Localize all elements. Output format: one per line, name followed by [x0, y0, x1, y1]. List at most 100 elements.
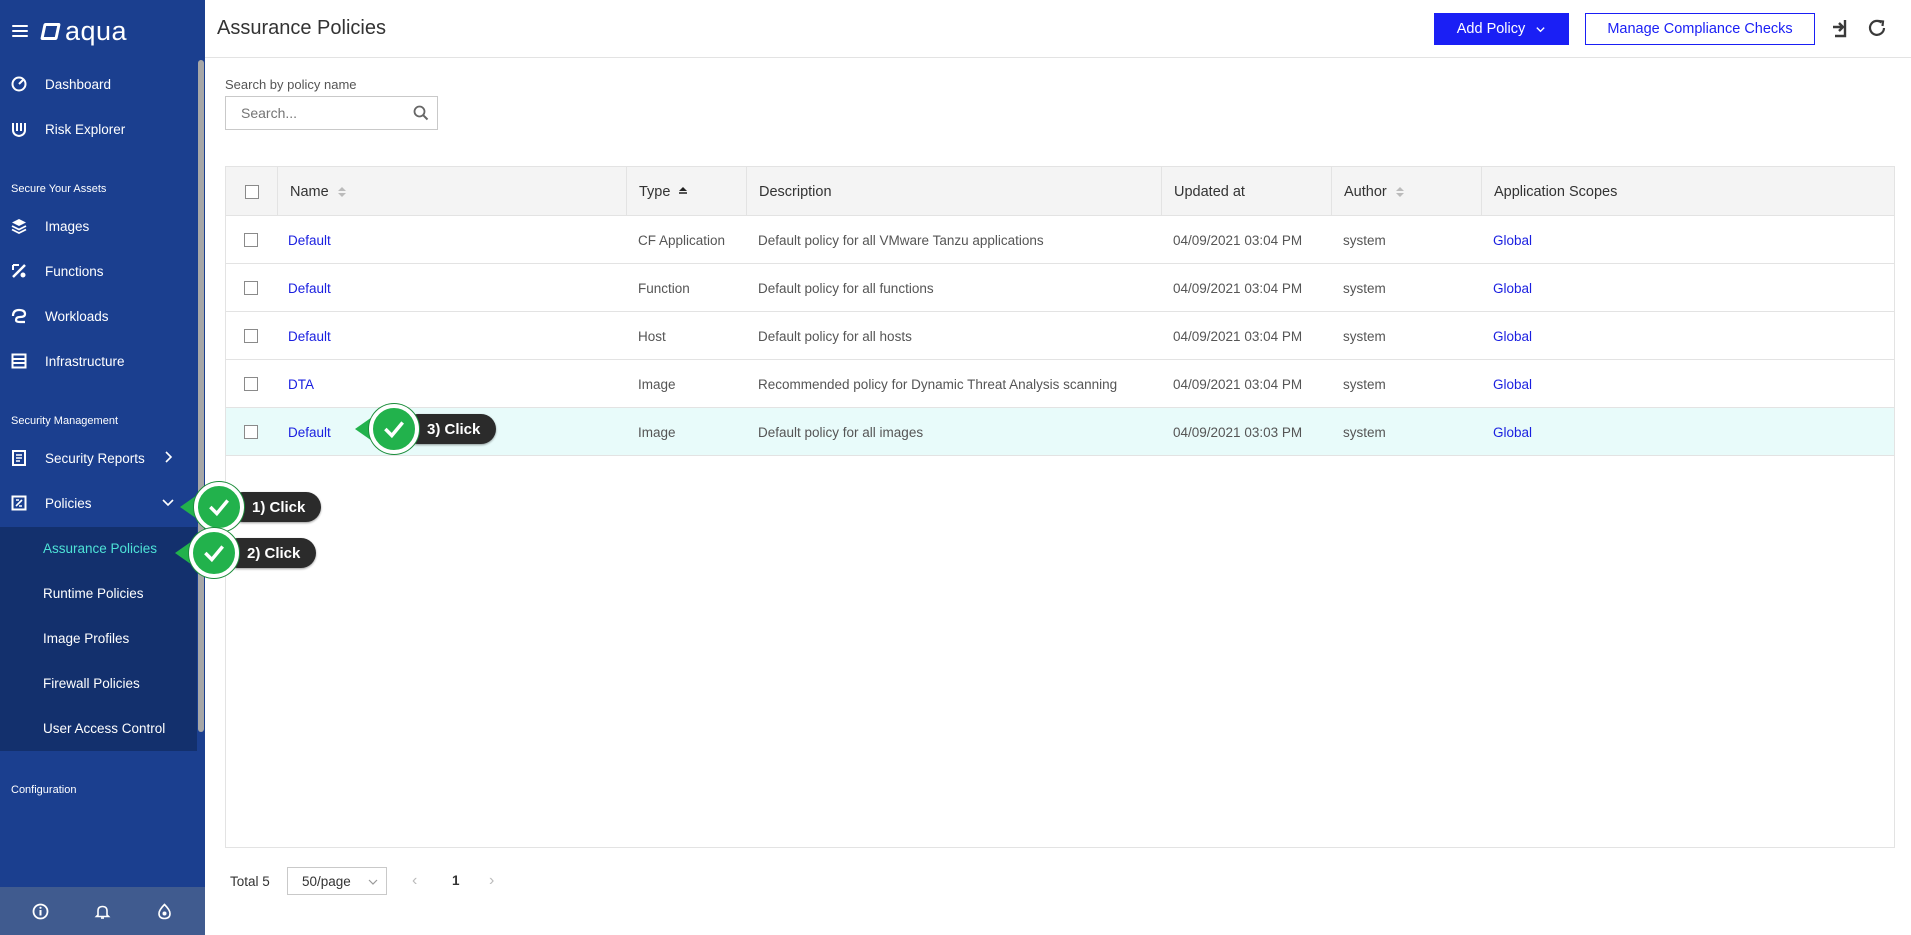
sidebar: aqua Dashboard Risk Explorer Secure Your…: [0, 0, 205, 935]
page-size-value: 50/page: [302, 873, 351, 889]
hamburger-menu-icon[interactable]: [12, 25, 28, 37]
table-row[interactable]: DTA Image Recommended policy for Dynamic T…: [226, 360, 1894, 408]
section-label-security-management: Security Management: [11, 415, 118, 427]
chevron-right-icon: [165, 451, 173, 463]
sidebar-nav: Dashboard Risk Explorer Secure Your Asse…: [0, 62, 205, 887]
section-label-secure-assets: Secure Your Assets: [11, 183, 107, 195]
manage-compliance-checks-button[interactable]: Manage Compliance Checks: [1585, 13, 1815, 45]
cell-updated-at: 04/09/2021 03:04 PM: [1173, 280, 1303, 296]
bell-icon[interactable]: [94, 903, 111, 920]
previous-page-button[interactable]: ‹: [412, 872, 417, 890]
cell-name[interactable]: DTA: [288, 360, 314, 408]
callout-step-3: 3) Click: [355, 404, 497, 454]
cell-application-scope[interactable]: Global: [1493, 312, 1532, 360]
layers-icon: [11, 218, 27, 234]
cell-select: [244, 312, 258, 360]
next-page-button[interactable]: ›: [489, 872, 494, 890]
infrastructure-icon: [11, 353, 27, 369]
page-title: Assurance Policies: [217, 17, 386, 39]
cell-description: Default policy for all hosts: [758, 328, 912, 344]
sidebar-item-infrastructure[interactable]: Infrastructure: [0, 339, 197, 383]
sort-icon[interactable]: [1395, 186, 1405, 198]
chevron-down-icon: [162, 499, 174, 507]
table-row[interactable]: Default Function Default policy for all fu…: [226, 264, 1894, 312]
column-header-author[interactable]: Author: [1332, 167, 1482, 216]
section-label-configuration[interactable]: Configuration: [11, 784, 76, 796]
column-header-label: Type: [639, 183, 671, 200]
cell-author: system: [1343, 376, 1386, 392]
aqua-logo[interactable]: aqua: [40, 16, 127, 47]
cell-application-scope[interactable]: Global: [1493, 216, 1532, 264]
sidebar-subitem-firewall-policies[interactable]: Firewall Policies: [43, 676, 140, 691]
cell-application-scope[interactable]: Global: [1493, 408, 1532, 456]
row-checkbox[interactable]: [244, 233, 258, 247]
import-icon[interactable]: [1830, 17, 1852, 39]
column-header-label: Name: [290, 183, 329, 200]
cell-select: [244, 408, 258, 456]
refresh-icon[interactable]: [1866, 17, 1888, 39]
sidebar-item-policies[interactable]: Policies: [0, 481, 197, 525]
dashboard-icon: [11, 76, 27, 92]
cell-name[interactable]: Default: [288, 408, 331, 456]
sidebar-subitem-image-profiles[interactable]: Image Profiles: [43, 631, 129, 646]
cell-name[interactable]: Default: [288, 312, 331, 360]
table-header: Name Type Description Updated at Author …: [226, 167, 1894, 216]
cell-description: Default policy for all images: [758, 424, 924, 440]
row-checkbox[interactable]: [244, 329, 258, 343]
column-header-label: Updated at: [1174, 183, 1245, 200]
search-icon[interactable]: [413, 105, 429, 121]
cell-select: [244, 264, 258, 312]
cell-application-scope[interactable]: Global: [1493, 360, 1532, 408]
cell-type: CF Application: [638, 232, 726, 248]
cell-application-scope[interactable]: Global: [1493, 264, 1532, 312]
info-icon[interactable]: [32, 903, 49, 920]
policies-table: Name Type Description Updated at Author …: [225, 166, 1895, 848]
cell-select: [244, 360, 258, 408]
sidebar-item-label: Policies: [45, 495, 92, 511]
sidebar-item-label: Infrastructure: [45, 353, 125, 369]
sidebar-subitem-runtime-policies[interactable]: Runtime Policies: [43, 586, 144, 601]
search-box[interactable]: [225, 96, 438, 130]
table-row[interactable]: Default CF Application Default policy for …: [226, 216, 1894, 264]
cell-updated-at: 04/09/2021 03:04 PM: [1173, 376, 1303, 392]
cell-name[interactable]: Default: [288, 216, 331, 264]
sidebar-item-label: Workloads: [45, 308, 109, 324]
cell-author: system: [1343, 280, 1386, 296]
column-header-description: Description: [747, 167, 1162, 216]
pagination-total: Total 5: [230, 873, 270, 889]
sidebar-header: aqua: [0, 0, 205, 62]
sort-icon[interactable]: [337, 186, 347, 198]
cell-updated-at: 04/09/2021 03:03 PM: [1173, 424, 1303, 440]
column-header-name[interactable]: Name: [278, 167, 627, 216]
sidebar-subitem-assurance-policies[interactable]: Assurance Policies: [43, 541, 157, 556]
select-all-checkbox[interactable]: [244, 184, 259, 199]
sidebar-item-dashboard[interactable]: Dashboard: [0, 62, 197, 106]
sidebar-item-images[interactable]: Images: [0, 204, 197, 248]
row-checkbox[interactable]: [244, 377, 258, 391]
sidebar-subitem-user-access-control[interactable]: User Access Control: [43, 721, 165, 736]
cell-type: Image: [638, 424, 676, 440]
cell-name[interactable]: Default: [288, 264, 331, 312]
sidebar-item-risk-explorer[interactable]: Risk Explorer: [0, 107, 197, 151]
sidebar-item-workloads[interactable]: Workloads: [0, 294, 197, 338]
chevron-down-icon: [368, 879, 378, 885]
cell-type: Image: [638, 376, 676, 392]
page-size-select[interactable]: 50/page: [287, 867, 387, 895]
sidebar-scrollbar[interactable]: [198, 60, 204, 732]
add-policy-button[interactable]: Add Policy: [1434, 13, 1569, 45]
cell-select: [244, 216, 258, 264]
sort-ascending-icon[interactable]: [678, 186, 688, 198]
cell-author: system: [1343, 232, 1386, 248]
table-row[interactable]: Default Host Default policy for all hosts 0…: [226, 312, 1894, 360]
support-icon[interactable]: [156, 902, 173, 920]
report-icon: [11, 450, 27, 466]
row-checkbox[interactable]: [244, 281, 258, 295]
sidebar-item-security-reports[interactable]: Security Reports: [0, 436, 197, 480]
column-header-application-scopes: Application Scopes: [1482, 167, 1894, 216]
sidebar-item-functions[interactable]: Functions: [0, 249, 197, 293]
search-label: Search by policy name: [225, 77, 357, 92]
search-input[interactable]: [241, 105, 413, 121]
column-header-type[interactable]: Type: [627, 167, 747, 216]
page-number-current[interactable]: 1: [452, 873, 460, 888]
row-checkbox[interactable]: [244, 425, 258, 439]
